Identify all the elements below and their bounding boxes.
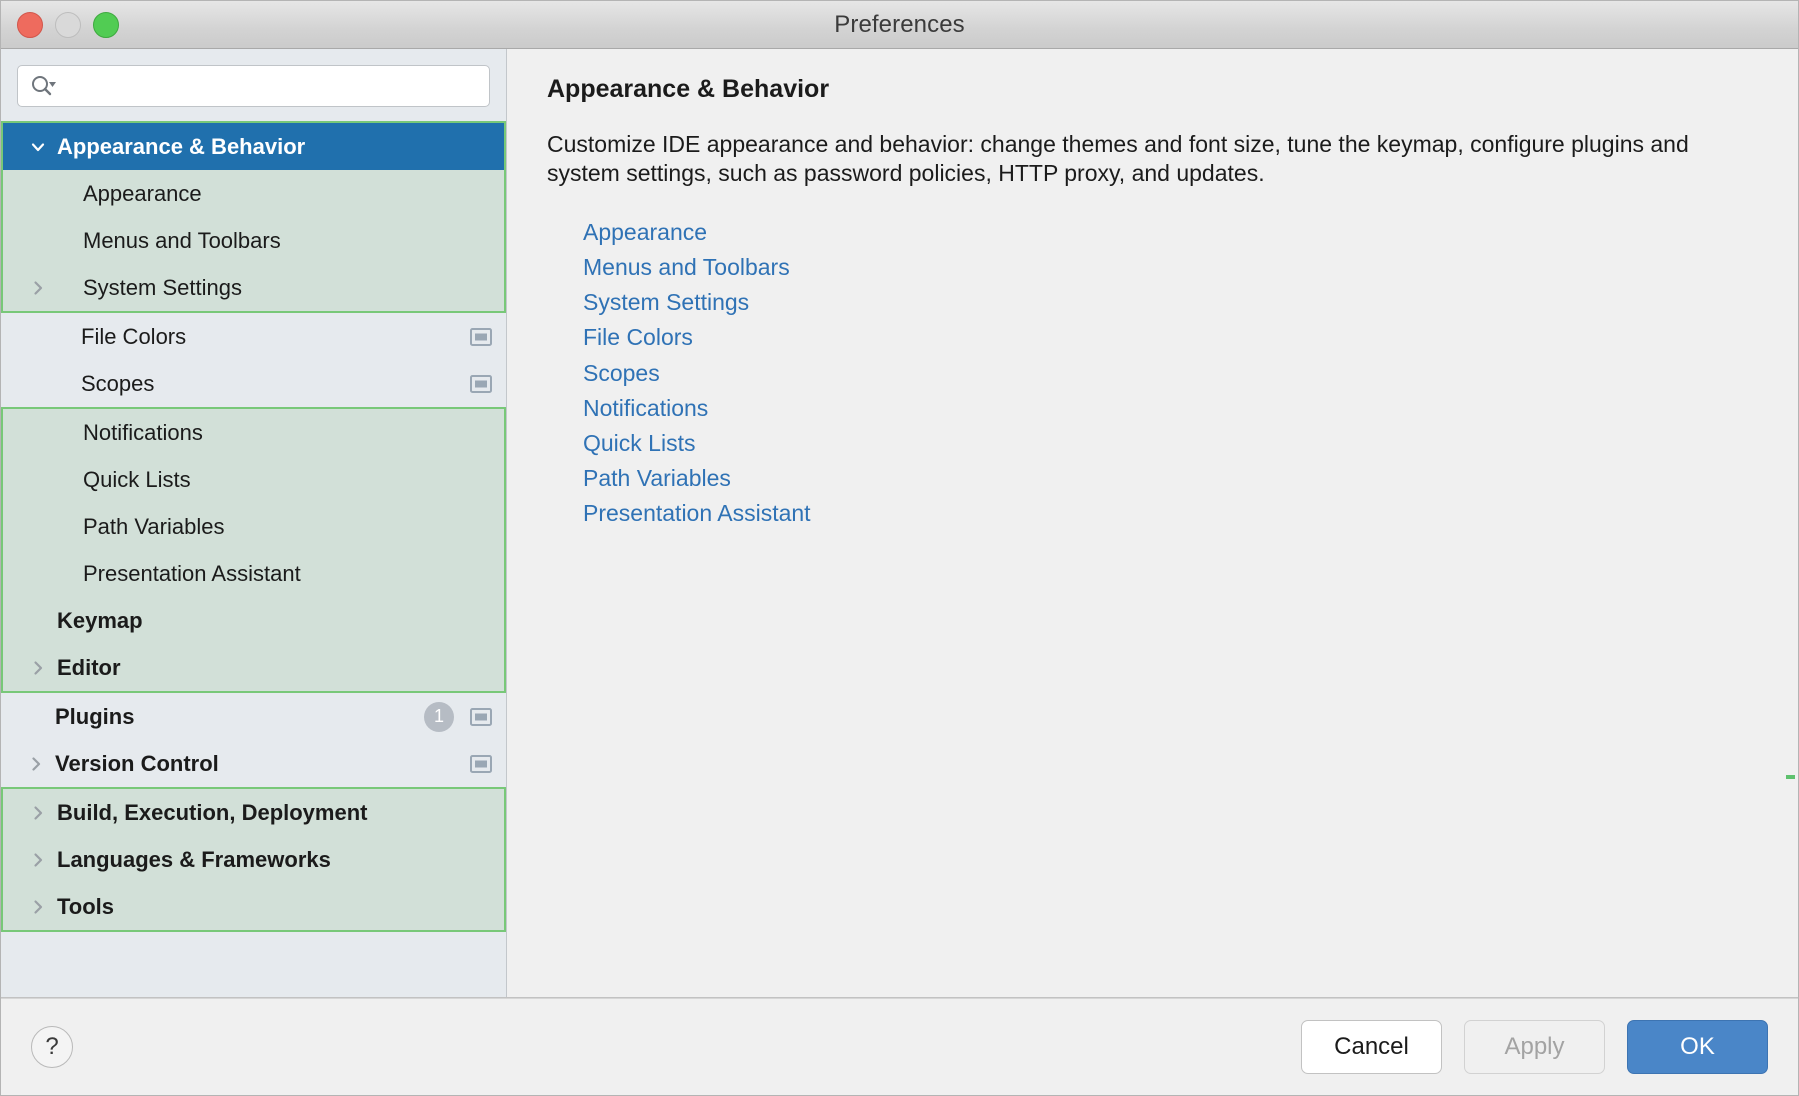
sidebar-item-tools[interactable]: Tools xyxy=(3,883,504,930)
sidebar-item-keymap[interactable]: Keymap xyxy=(3,597,504,644)
sidebar-item-label: Keymap xyxy=(57,608,143,634)
chevron-right-icon[interactable] xyxy=(25,279,51,297)
subsection-link-scopes[interactable]: Scopes xyxy=(583,356,660,391)
sidebar-item-label: Version Control xyxy=(55,751,219,777)
dialog-footer: ? Cancel Apply OK xyxy=(1,998,1798,1095)
sidebar-item-label: File Colors xyxy=(81,324,186,350)
sidebar-item-appearance-behavior[interactable]: Appearance & Behavior xyxy=(3,123,504,170)
chevron-down-icon[interactable] xyxy=(25,138,51,156)
subsection-link-menus-and-toolbars[interactable]: Menus and Toolbars xyxy=(583,250,790,285)
window-titlebar: Preferences xyxy=(1,1,1798,49)
minimize-window-icon[interactable] xyxy=(55,12,81,38)
sidebar-item-presentation-assistant[interactable]: Presentation Assistant xyxy=(3,550,504,597)
search-container xyxy=(1,49,506,121)
page-description: Customize IDE appearance and behavior: c… xyxy=(547,130,1747,189)
scrollbar-marker xyxy=(1786,775,1795,779)
subsection-link-list: AppearanceMenus and ToolbarsSystem Setti… xyxy=(547,215,1758,532)
close-window-icon[interactable] xyxy=(17,12,43,38)
sidebar-item-build-execution-deployment[interactable]: Build, Execution, Deployment xyxy=(3,789,504,836)
traffic-light-group xyxy=(17,1,119,48)
list-item: File Colors xyxy=(583,320,1758,355)
subsection-link-presentation-assistant[interactable]: Presentation Assistant xyxy=(583,496,811,531)
tree-group-highlighted: Build, Execution, Deployment Languages & … xyxy=(1,787,506,932)
sidebar-item-version-control[interactable]: Version Control xyxy=(1,740,506,787)
sidebar-item-file-colors[interactable]: File Colors xyxy=(1,313,506,360)
settings-sidebar: Appearance & Behavior Appearance Menus and… xyxy=(1,49,507,997)
monitor-icon xyxy=(470,708,492,726)
subsection-link-file-colors[interactable]: File Colors xyxy=(583,320,693,355)
monitor-icon xyxy=(470,375,492,393)
sidebar-item-label: Plugins xyxy=(55,704,134,730)
sidebar-item-appearance[interactable]: Appearance xyxy=(3,170,504,217)
search-icon[interactable] xyxy=(30,75,56,97)
cancel-button[interactable]: Cancel xyxy=(1301,1020,1442,1074)
sidebar-item-scopes[interactable]: Scopes xyxy=(1,360,506,407)
subsection-link-quick-lists[interactable]: Quick Lists xyxy=(583,426,695,461)
sidebar-item-label: Presentation Assistant xyxy=(83,561,301,587)
sidebar-item-label: Languages & Frameworks xyxy=(57,847,331,873)
sidebar-item-label: Build, Execution, Deployment xyxy=(57,800,367,826)
sidebar-item-languages-frameworks[interactable]: Languages & Frameworks xyxy=(3,836,504,883)
ok-button[interactable]: OK xyxy=(1627,1020,1768,1074)
sidebar-item-label: Editor xyxy=(57,655,121,681)
sidebar-item-label: Menus and Toolbars xyxy=(83,228,281,254)
subsection-link-appearance[interactable]: Appearance xyxy=(583,215,707,250)
sidebar-item-label: Appearance & Behavior xyxy=(57,134,305,160)
apply-button[interactable]: Apply xyxy=(1464,1020,1605,1074)
sidebar-item-label: Quick Lists xyxy=(83,467,191,493)
list-item: Quick Lists xyxy=(583,426,1758,461)
subsection-link-path-variables[interactable]: Path Variables xyxy=(583,461,731,496)
monitor-icon xyxy=(470,328,492,346)
subsection-link-system-settings[interactable]: System Settings xyxy=(583,285,749,320)
dialog-body: Appearance & BehaviorAppearanceMenus and… xyxy=(1,49,1798,998)
settings-tree[interactable]: Appearance & Behavior Appearance Menus and… xyxy=(1,121,506,997)
preferences-window: Preferences Appearance & BehaviorAppear xyxy=(0,0,1799,1096)
help-button[interactable]: ? xyxy=(31,1026,73,1068)
sidebar-item-quick-lists[interactable]: Quick Lists xyxy=(3,456,504,503)
chevron-right-icon[interactable] xyxy=(25,851,51,869)
maximize-window-icon[interactable] xyxy=(93,12,119,38)
list-item: System Settings xyxy=(583,285,1758,320)
settings-detail-panel: Appearance & Behavior Customize IDE appe… xyxy=(507,49,1798,997)
list-item: Scopes xyxy=(583,356,1758,391)
list-item: Menus and Toolbars xyxy=(583,250,1758,285)
chevron-right-icon[interactable] xyxy=(25,898,51,916)
tree-group-highlighted: Notifications Quick Lists Path Variables Pr… xyxy=(1,407,506,693)
chevron-right-icon[interactable] xyxy=(25,659,51,677)
tree-group: File Colors Scopes xyxy=(1,313,506,407)
list-item: Presentation Assistant xyxy=(583,496,1758,531)
status-badge: 1 xyxy=(424,702,454,732)
sidebar-item-menus-and-toolbars[interactable]: Menus and Toolbars xyxy=(3,217,504,264)
tree-group: Plugins 1 Version Control xyxy=(1,693,506,787)
chevron-right-icon[interactable] xyxy=(25,804,51,822)
sidebar-item-plugins[interactable]: Plugins 1 xyxy=(1,693,506,740)
tree-group-highlighted: Appearance & Behavior Appearance Menus and… xyxy=(1,121,506,313)
chevron-right-icon[interactable] xyxy=(23,755,49,773)
monitor-icon xyxy=(470,755,492,773)
search-box[interactable] xyxy=(17,65,490,107)
sidebar-item-label: Tools xyxy=(57,894,114,920)
window-title: Preferences xyxy=(1,11,1798,39)
list-item: Path Variables xyxy=(583,461,1758,496)
list-item: Appearance xyxy=(583,215,1758,250)
sidebar-item-label: Scopes xyxy=(81,371,154,397)
list-item: Notifications xyxy=(583,391,1758,426)
subsection-link-notifications[interactable]: Notifications xyxy=(583,391,708,426)
page-title: Appearance & Behavior xyxy=(547,75,1758,104)
sidebar-item-label: Notifications xyxy=(83,420,203,446)
search-input[interactable] xyxy=(64,75,477,98)
sidebar-item-notifications[interactable]: Notifications xyxy=(3,409,504,456)
sidebar-item-label: System Settings xyxy=(83,275,242,301)
sidebar-item-label: Appearance xyxy=(83,181,202,207)
sidebar-item-label: Path Variables xyxy=(83,514,224,540)
sidebar-item-editor[interactable]: Editor xyxy=(3,644,504,691)
sidebar-item-path-variables[interactable]: Path Variables xyxy=(3,503,504,550)
sidebar-item-system-settings[interactable]: System Settings xyxy=(3,264,504,311)
